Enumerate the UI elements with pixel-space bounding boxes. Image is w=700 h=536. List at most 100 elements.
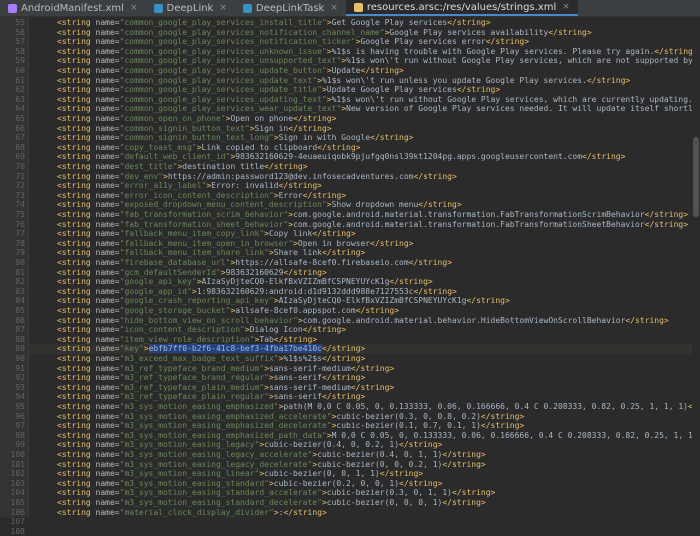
code-line[interactable]: <string name="dev_env">https://admin:pas… — [57, 172, 457, 182]
string-value: 1:983632160629:android:d1d9132ddd988e712… — [196, 286, 414, 296]
close-icon[interactable]: × — [219, 3, 227, 13]
xml-tag-open: <string — [57, 162, 96, 171]
code-line[interactable]: <string name="google_storage_bucket">all… — [57, 306, 399, 316]
line-number: 79 — [15, 248, 25, 258]
code-line[interactable]: <string name="material_clock_display_div… — [57, 508, 327, 517]
line-number: 61 — [15, 75, 25, 85]
code-line[interactable]: <string name="key">ebfb7ff0-b2f6-41c8-be… — [57, 344, 365, 354]
line-number: 59 — [15, 56, 25, 66]
line-number: 65 — [15, 114, 25, 123]
string-value: com.google.android.material.behavior.Hid… — [302, 315, 626, 325]
class-icon — [153, 3, 163, 13]
code-line[interactable]: <string name="m3_sys_motion_easing_empha… — [57, 431, 700, 441]
code-line[interactable]: <string name="firebase_database_url">htt… — [57, 258, 452, 268]
code-line[interactable]: <string name="google_crash_reporting_api… — [57, 296, 510, 306]
xml-tag-close: </string> — [625, 315, 669, 325]
code-line[interactable]: <string name="common_google_play_service… — [57, 56, 700, 66]
xml-tag-close: </string> — [408, 258, 453, 267]
code-line[interactable]: <string name="common_google_play_service… — [57, 18, 491, 28]
code-line[interactable]: <string name="exposed_dropdown_menu_cont… — [57, 200, 462, 210]
tab-3[interactable]: resources.arsc:/res/values/strings.xml × — [345, 0, 578, 16]
string-value: Error — [278, 190, 303, 200]
code-line[interactable]: <string name="google_api_key">AIzaSyDjte… — [57, 277, 433, 287]
code-line[interactable]: <string name="common_signin_button_text_… — [57, 133, 413, 143]
code-line[interactable]: <string name="m3_sys_motion_easing_stand… — [57, 479, 442, 489]
line-number: 104 — [10, 488, 25, 498]
line-number: 76 — [15, 219, 25, 229]
code-line[interactable]: <string name="common_open_on_phone">Open… — [57, 114, 336, 124]
code-line[interactable]: <string name="m3_exceed_max_badge_text_s… — [57, 354, 365, 364]
code-line[interactable]: <string name="m3_ref_typeface_brand_regu… — [57, 373, 365, 383]
string-name: common_google_play_services_wear_update_… — [124, 104, 337, 114]
code-line[interactable]: <string name="common_google_play_service… — [57, 37, 529, 47]
string-name: material_clock_display_divider — [124, 507, 269, 517]
line-number: 58 — [15, 46, 25, 56]
xml-attr-name: name= — [95, 18, 120, 27]
code-line[interactable]: <string name="default_web_client_id">983… — [57, 152, 625, 162]
code-line[interactable]: <string name="item_view_role_description… — [57, 335, 317, 345]
code-line[interactable]: <string name="dest_title">destination ti… — [57, 162, 308, 172]
code-line[interactable]: <string name="copy_toast_msg">Link copie… — [57, 143, 361, 153]
code-line[interactable]: <string name="m3_ref_typeface_plain_medi… — [57, 383, 394, 393]
code-line[interactable]: <string name="m3_sys_motion_easing_empha… — [57, 421, 524, 431]
code-line[interactable]: <string name="m3_sys_motion_easing_empha… — [57, 402, 700, 412]
xml-tag-open: <string — [57, 152, 96, 162]
code-line[interactable]: <string name="google_app_id">1:983632160… — [57, 287, 457, 297]
code-line[interactable]: <string name="m3_ref_typeface_brand_medi… — [57, 364, 394, 374]
code-line[interactable]: <string name="error_a11y_label">Error: i… — [57, 181, 322, 191]
xml-attr-name: name= — [95, 171, 120, 181]
code-line[interactable]: <string name="m3_sys_motion_easing_stand… — [57, 498, 486, 508]
code-line[interactable]: <string name="common_google_play_service… — [57, 95, 700, 105]
line-number: 95 — [15, 402, 25, 411]
tab-2[interactable]: DeepLinkTask × — [235, 0, 346, 16]
xml-attr-name: name= — [95, 363, 120, 373]
string-value: sans-serif — [273, 392, 322, 402]
code-editor[interactable]: <string name="common_google_play_service… — [29, 17, 700, 517]
vertical-scrollbar[interactable] — [692, 17, 700, 517]
string-name: common_google_play_services_install_titl… — [124, 18, 322, 27]
code-line[interactable]: <string name="common_google_play_service… — [57, 104, 700, 114]
xml-tag-open: <string — [57, 382, 96, 392]
close-icon[interactable]: × — [130, 3, 138, 13]
line-number-gutter: 55 56 57 58 59 60 61 62 63 64 65 66 67 68 69 70 71 72 73 74… — [0, 17, 29, 536]
string-name: m3_exceed_max_badge_text_suffix — [124, 354, 274, 363]
tab-1[interactable]: DeepLink × — [146, 0, 235, 16]
string-value: cubic-bezier(0.3, 0, 1, 1) — [326, 488, 452, 498]
close-icon[interactable]: × — [562, 2, 570, 12]
xml-tag-close: </string> — [370, 133, 414, 143]
code-line[interactable]: <string name="m3_sys_motion_easing_legac… — [57, 440, 442, 450]
code-line[interactable]: <string name="common_google_play_service… — [57, 66, 404, 76]
code-line[interactable]: <string name="m3_sys_motion_easing_linea… — [57, 469, 423, 479]
code-line[interactable]: <string name="error_icon_content_descrip… — [57, 191, 346, 201]
code-line[interactable]: <string name="fallback_menu_item_share_l… — [57, 248, 365, 258]
code-line[interactable]: <string name="fab_transformation_sheet_b… — [57, 220, 688, 230]
line-number: 98 — [15, 430, 25, 440]
xml-tag-open: <string — [57, 171, 96, 181]
code-line[interactable]: <string name="m3_ref_typeface_plain_regu… — [57, 392, 365, 402]
code-line[interactable]: <string name="fallback_menu_item_copy_li… — [57, 229, 356, 239]
code-line[interactable]: <string name="m3_sys_motion_easing_legac… — [57, 460, 486, 470]
string-name: dev_env — [124, 171, 159, 181]
xml-attr-name: name= — [95, 306, 120, 315]
xml-tag-open: <string — [57, 507, 96, 517]
xml-tag-close: </string> — [264, 162, 308, 171]
code-line[interactable]: <string name="common_google_play_service… — [57, 47, 698, 57]
string-name: dest_title — [124, 162, 173, 171]
code-line[interactable]: <string name="m3_sys_motion_easing_stand… — [57, 488, 495, 498]
code-line[interactable]: <string name="common_google_play_service… — [57, 85, 500, 95]
code-line[interactable]: <string name="m3_sys_motion_easing_empha… — [57, 412, 524, 422]
code-line[interactable]: <string name="common_signin_button_text"… — [57, 124, 332, 134]
code-line[interactable]: <string name="hide_bottom_view_on_scroll… — [57, 316, 669, 326]
string-name: fallback_menu_item_open_in_browser — [124, 238, 289, 248]
code-line[interactable]: <string name="fallback_menu_item_open_in… — [57, 239, 413, 249]
xml-tag-open: <string — [57, 37, 96, 47]
code-line[interactable]: <string name="common_google_play_service… — [57, 28, 592, 38]
code-line[interactable]: <string name="gcm_defaultSenderId">98363… — [57, 268, 327, 278]
scrollbar-thumb[interactable] — [693, 137, 699, 217]
code-line[interactable]: <string name="m3_sys_motion_easing_legac… — [57, 450, 486, 460]
tab-0[interactable]: AndroidManifest.xml × — [0, 0, 146, 16]
close-icon[interactable]: × — [330, 3, 338, 13]
code-line[interactable]: <string name="icon_content_description">… — [57, 325, 346, 335]
code-line[interactable]: <string name="common_google_play_service… — [57, 76, 630, 86]
code-line[interactable]: <string name="fab_transformation_scrim_b… — [57, 210, 688, 220]
